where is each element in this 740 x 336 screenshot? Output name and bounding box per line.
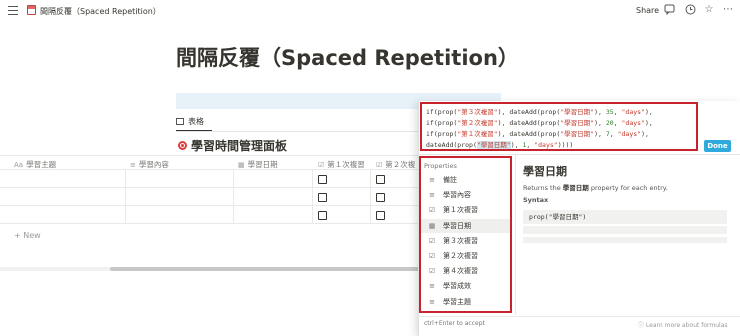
text-icon: ≡ — [429, 282, 435, 291]
review2-checkbox[interactable] — [376, 175, 385, 184]
property-label: 第１次複習 — [443, 206, 478, 215]
syntax-label: Syntax — [523, 196, 549, 204]
table-header: Aa 學習主題 ≡ 學習內容 ▦ 學習日期 ☑ 第１次複習 ☑ 第２次複 — [0, 155, 420, 170]
page-title: 間隔反覆（Spaced Repetition） — [176, 46, 519, 70]
divider — [418, 154, 740, 155]
syntax-placeholder — [523, 237, 727, 243]
column-header-date[interactable]: ▦ 學習日期 — [238, 159, 278, 170]
divider — [176, 131, 421, 132]
checkbox-icon: ☑ — [428, 267, 436, 276]
star-icon[interactable]: ☆ — [703, 4, 715, 16]
text-lines-icon: ≡ — [130, 160, 136, 169]
share-button[interactable]: Share — [636, 6, 659, 15]
database-title: 學習時間管理面板 — [178, 137, 287, 154]
property-item[interactable]: ≡ 學習內容 — [421, 188, 510, 202]
property-label: 備註 — [443, 176, 457, 184]
formula-line: if(prop("第３次複習"), dateAdd(prop("學習日期"), … — [426, 108, 653, 116]
breadcrumb[interactable]: 間隔反覆（Spaced Repetition） — [40, 6, 161, 17]
table-row[interactable] — [0, 188, 420, 206]
comment-icon[interactable] — [663, 4, 675, 16]
new-row-button[interactable]: + New — [14, 231, 41, 240]
column-header-review1[interactable]: ☑ 第１次複習 — [318, 159, 365, 170]
more-icon[interactable]: ⋯ — [722, 4, 734, 16]
calendar-icon: ▦ — [238, 160, 245, 169]
property-label: 第２次複習 — [443, 252, 478, 260]
review2-checkbox[interactable] — [376, 211, 385, 220]
column-divider — [370, 170, 371, 224]
property-label: 學習日期 — [443, 221, 471, 230]
divider — [418, 316, 740, 317]
table-icon — [176, 118, 184, 125]
table-row[interactable] — [0, 170, 420, 188]
calendar-icon: ▦ — [428, 221, 436, 230]
footer-hint: ctrl+Enter to accept — [424, 320, 485, 327]
text-icon: ≡ — [429, 176, 435, 184]
review1-checkbox[interactable] — [318, 211, 327, 220]
target-icon — [178, 141, 187, 150]
syntax-code: prop("學習日期") — [523, 210, 727, 224]
property-item[interactable]: ≡ 學習主題 — [421, 295, 510, 309]
review2-checkbox[interactable] — [376, 193, 385, 202]
property-item[interactable]: ☑ 第４次複習 — [421, 264, 510, 278]
checkbox-icon: ☑ — [376, 160, 383, 169]
learn-more-link[interactable]: ⓘ Learn more about formulas — [638, 320, 728, 329]
property-label: 第４次複習 — [443, 267, 478, 276]
column-divider — [125, 170, 126, 224]
property-item[interactable]: ≡ 備註 — [421, 173, 510, 187]
checkbox-icon: ☑ — [318, 160, 325, 169]
property-label: 學習成效 — [443, 282, 471, 291]
checkbox-icon: ☑ — [428, 236, 436, 245]
property-item[interactable]: ☑ 第２次複習 — [421, 249, 510, 263]
calendar-page-icon — [27, 5, 36, 15]
tab-table[interactable]: 表格 — [176, 116, 204, 127]
divider — [515, 155, 516, 315]
clock-icon[interactable] — [684, 4, 696, 16]
review1-checkbox[interactable] — [318, 175, 327, 184]
tab-label: 表格 — [188, 117, 204, 126]
horizontal-scrollbar-thumb[interactable] — [110, 267, 420, 271]
done-button[interactable]: Done — [704, 140, 731, 152]
property-item[interactable]: ≡ 學習成效 — [421, 279, 510, 293]
text-icon: ≡ — [429, 191, 435, 200]
checkbox-icon: ☑ — [428, 206, 436, 215]
property-info-description: Returns the 學習日期 property for each entry… — [523, 184, 668, 192]
property-item[interactable]: ☑ 第１次複習 — [421, 203, 510, 217]
property-label: 第３次複習 — [443, 236, 478, 245]
formula-input[interactable]: if(prop("第３次複習"), dateAdd(prop("學習日期"), … — [420, 102, 698, 151]
text-icon: Aa — [14, 160, 24, 169]
property-info-title: 學習日期 — [523, 165, 567, 178]
property-item[interactable]: ▦ 學習日期 — [421, 218, 510, 233]
formula-line: dateAdd(prop("學習日期"), 1, "days")))) — [426, 141, 574, 149]
review1-checkbox[interactable] — [318, 193, 327, 202]
property-item[interactable]: ☑ 第３次複習 — [421, 234, 510, 248]
formula-line: if(prop("第１次複習"), dateAdd(prop("學習日期"), … — [426, 130, 649, 138]
column-header-review2[interactable]: ☑ 第２次複 — [376, 159, 415, 170]
menu-icon[interactable] — [8, 6, 18, 16]
text-icon: ≡ — [429, 297, 435, 306]
database-title-text: 學習時間管理面板 — [191, 139, 288, 153]
formula-line: if(prop("第２次複習"), dateAdd(prop("學習日期"), … — [426, 119, 653, 127]
checkbox-icon: ☑ — [428, 252, 436, 260]
table-row[interactable] — [0, 206, 420, 224]
column-divider — [312, 170, 313, 224]
column-header-content[interactable]: ≡ 學習內容 — [130, 159, 169, 170]
column-header-topic[interactable]: Aa 學習主題 — [14, 159, 56, 170]
syntax-placeholder — [523, 226, 727, 234]
top-bar: 間隔反覆（Spaced Repetition） Share ☆ ⋯ — [0, 0, 740, 22]
column-divider — [233, 170, 234, 224]
property-label: 學習主題 — [443, 297, 471, 306]
property-label: 學習內容 — [443, 191, 471, 200]
properties-label: Properties — [424, 162, 457, 170]
